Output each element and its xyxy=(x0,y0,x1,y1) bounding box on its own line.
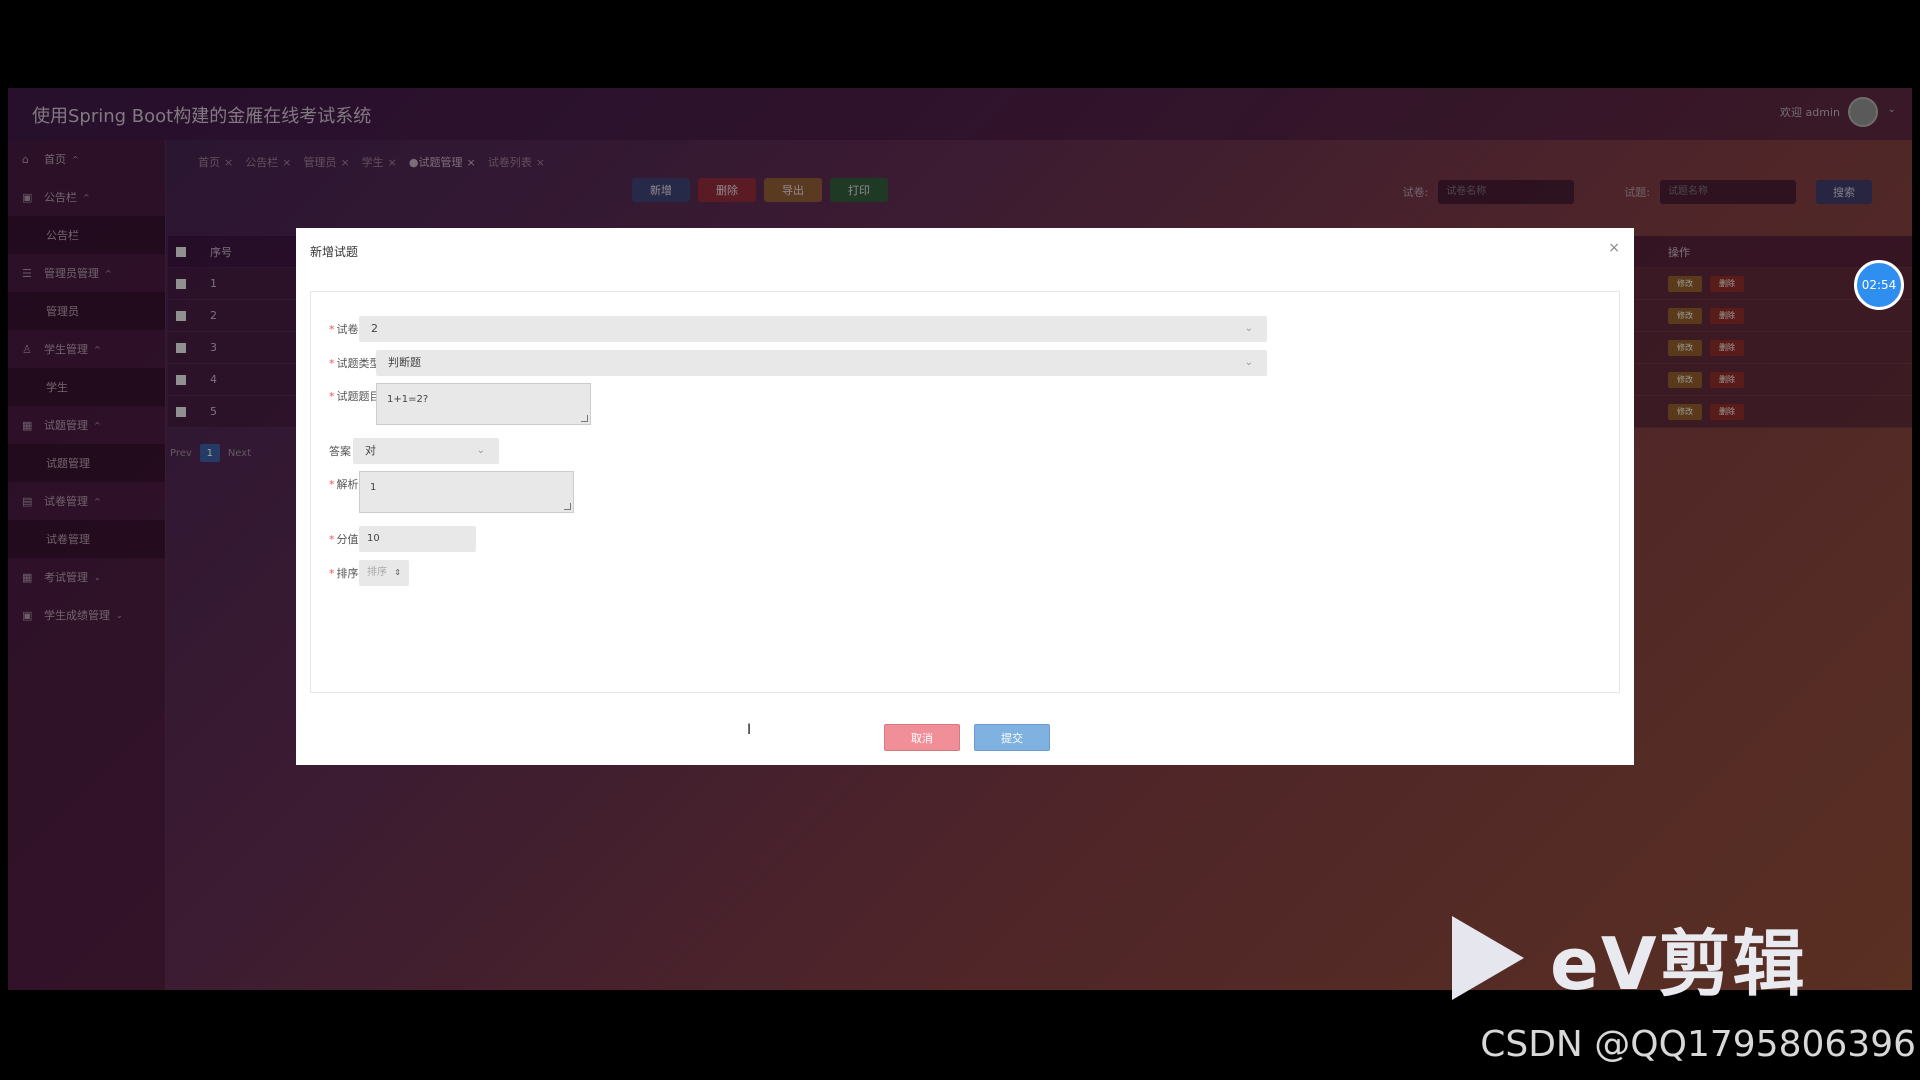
watermark-brand: eV剪辑 xyxy=(1550,922,1807,1006)
analysis-label: * 解析 xyxy=(329,478,359,491)
chevron-down-icon: ⌄ xyxy=(1244,323,1253,334)
question-text-label: * 试题题目 xyxy=(329,390,381,403)
analysis-textarea[interactable]: 1 xyxy=(359,471,574,513)
dialog-title: 新增试题 xyxy=(310,245,359,259)
ev-watermark: eV剪辑 xyxy=(1452,905,1807,1010)
order-stepper[interactable]: 排序 ⇕ xyxy=(359,560,409,586)
csdn-watermark: CSDN @QQ1795806396 xyxy=(1480,1024,1916,1065)
chevron-down-icon: ⌄ xyxy=(476,445,485,456)
text-cursor-icon: I xyxy=(747,722,752,738)
score-label: * 分值 xyxy=(329,533,359,546)
chevron-down-icon: ⌄ xyxy=(1244,357,1253,368)
question-form: * 试卷 2 ⌄ * 试题类型 判断题 ⌄ * 试题题目 1+1=2? 答案 对 ⌄ * 解析… xyxy=(310,291,1620,693)
submit-button[interactable]: 提交 xyxy=(974,724,1050,751)
countdown-timer: 02:54 xyxy=(1854,260,1904,310)
paper-select[interactable]: 2 ⌄ xyxy=(359,316,1267,342)
question-type-label: * 试题类型 xyxy=(329,357,381,370)
add-question-dialog: 新增试题 × * 试卷 2 ⌄ * 试题类型 判断题 ⌄ * 试题题目 1+1=2? 答案… xyxy=(296,228,1634,765)
cancel-button[interactable]: 取消 xyxy=(884,724,960,751)
app-window: 使用Spring Boot构建的金雁在线考试系统 欢迎 admin ⌄ ⌂ 首页 ^… xyxy=(8,88,1912,990)
spinner-icon[interactable]: ⇕ xyxy=(394,560,401,586)
order-label: * 排序 xyxy=(329,567,359,580)
paper-label: * 试卷 xyxy=(329,323,359,336)
question-textarea[interactable]: 1+1=2? xyxy=(376,383,591,425)
answer-label: 答案 xyxy=(329,445,351,458)
play-icon xyxy=(1452,915,1524,1000)
question-type-select[interactable]: 判断题 ⌄ xyxy=(376,350,1267,376)
answer-select[interactable]: 对 ⌄ xyxy=(353,438,499,464)
close-icon[interactable]: × xyxy=(1608,240,1620,256)
score-input[interactable]: 10 xyxy=(359,526,476,552)
